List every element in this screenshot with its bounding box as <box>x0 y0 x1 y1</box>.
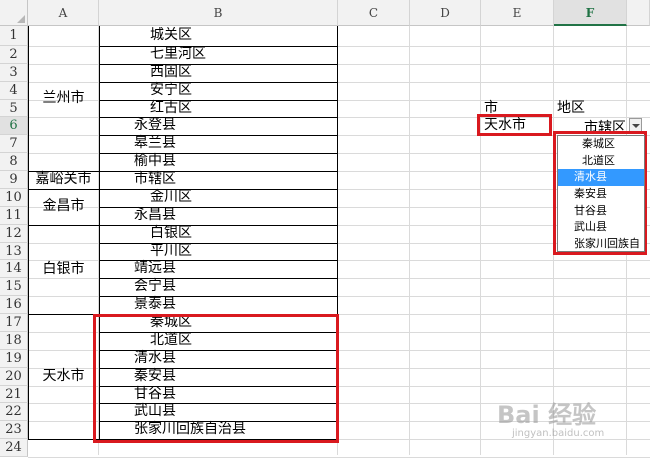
table-border <box>99 45 338 47</box>
row-header-12[interactable]: 12 <box>0 224 28 243</box>
row-header-8[interactable]: 8 <box>0 153 28 172</box>
district-cell[interactable]: 西固区 <box>150 64 192 82</box>
column-header-d[interactable]: D <box>410 0 481 26</box>
district-cell[interactable]: 市辖区 <box>134 171 176 189</box>
select-all-corner[interactable] <box>0 0 28 26</box>
row-header-24[interactable]: 24 <box>0 439 28 458</box>
column-header-next[interactable] <box>627 0 650 26</box>
column-header-b[interactable]: B <box>99 0 338 26</box>
row-header-20[interactable]: 20 <box>0 367 28 386</box>
table-border <box>99 99 338 101</box>
row-header-23[interactable]: 23 <box>0 421 28 440</box>
dropdown-option[interactable]: 清水县 <box>558 169 644 187</box>
city-cell[interactable]: 金昌市 <box>28 189 99 225</box>
district-cell[interactable]: 靖远县 <box>134 260 176 278</box>
district-cell[interactable]: 永昌县 <box>134 207 176 225</box>
selected-city-highlight <box>477 114 552 136</box>
city-cell[interactable]: 兰州市 <box>28 26 99 171</box>
city-cell[interactable]: 嘉峪关市 <box>28 171 99 189</box>
grid-col-line <box>409 26 410 455</box>
row-header-2[interactable]: 2 <box>0 45 28 64</box>
row-header-19[interactable]: 19 <box>0 349 28 368</box>
district-cell[interactable]: 金川区 <box>150 189 192 207</box>
city-cell[interactable]: 天水市 <box>28 314 99 439</box>
dropdown-option[interactable]: 秦安县 <box>558 186 644 203</box>
dropdown-option[interactable]: 北道区 <box>558 153 644 170</box>
row-header-9[interactable]: 9 <box>0 171 28 189</box>
district-cell[interactable]: 白银区 <box>150 225 192 243</box>
column-header-f[interactable]: F <box>554 0 627 26</box>
row-header-17[interactable]: 17 <box>0 314 28 332</box>
table-border <box>99 188 338 190</box>
district-cell[interactable]: 安宁区 <box>150 82 192 100</box>
row-header-4[interactable]: 4 <box>0 81 28 100</box>
spreadsheet[interactable]: ABCDEF 1 2 3 4 5 6 7 8 9 10 11 12 13 14 15 16 17 18 19 20 21… <box>0 0 650 458</box>
row-header-1[interactable]: 1 <box>0 26 28 46</box>
row-header-16[interactable]: 16 <box>0 296 28 315</box>
row-header-14[interactable]: 14 <box>0 260 28 279</box>
row-header-3[interactable]: 3 <box>0 63 28 82</box>
dropdown-option[interactable]: 秦城区 <box>558 136 644 153</box>
row-header-5[interactable]: 5 <box>0 99 28 118</box>
table-border <box>99 224 338 226</box>
watermark-url: jingyan.baidu.com <box>512 428 605 439</box>
district-cell[interactable]: 会宁县 <box>134 278 176 296</box>
row-header-6[interactable]: 6 <box>0 117 28 136</box>
row-header-13[interactable]: 13 <box>0 242 28 261</box>
row-header-11[interactable]: 11 <box>0 206 28 225</box>
district-cell[interactable]: 永登县 <box>134 117 176 135</box>
district-cell[interactable]: 城关区 <box>150 26 192 46</box>
row-header-7[interactable]: 7 <box>0 135 28 154</box>
table-border <box>28 439 99 441</box>
row-header-18[interactable]: 18 <box>0 331 28 350</box>
district-cell[interactable]: 七里河区 <box>150 46 206 64</box>
row-header-10[interactable]: 10 <box>0 188 28 207</box>
validation-dropdown-list[interactable]: 秦城区 北道区 清水县 秦安县 甘谷县 武山县 张家川回族自 <box>557 135 645 252</box>
district-cell[interactable]: 红古区 <box>150 100 192 118</box>
column-header-a[interactable]: A <box>28 0 99 26</box>
district-cell[interactable]: 景泰县 <box>134 296 176 314</box>
row-header-21[interactable]: 21 <box>0 385 28 404</box>
grid-col-line <box>480 26 481 455</box>
table-border <box>99 81 338 83</box>
region-header-cell[interactable]: 地区 <box>557 100 585 118</box>
dropdown-option[interactable]: 甘谷县 <box>558 203 644 220</box>
row-header-22[interactable]: 22 <box>0 403 28 422</box>
table-border <box>99 63 338 65</box>
district-cell[interactable]: 皋兰县 <box>134 135 176 153</box>
district-cell[interactable]: 榆中县 <box>134 153 176 171</box>
watermark-logo: Bai 经验 <box>497 401 597 429</box>
table-border <box>99 242 338 244</box>
column-header-c[interactable]: C <box>338 0 410 26</box>
city-cell[interactable]: 白银市 <box>28 225 99 314</box>
column-header-e[interactable]: E <box>481 0 554 26</box>
row-header-15[interactable]: 15 <box>0 278 28 297</box>
district-cell[interactable]: 平川区 <box>150 243 192 261</box>
dropdown-option[interactable]: 张家川回族自 <box>558 236 644 251</box>
source-range-highlight <box>93 314 339 443</box>
dropdown-option[interactable]: 武山县 <box>558 219 644 236</box>
